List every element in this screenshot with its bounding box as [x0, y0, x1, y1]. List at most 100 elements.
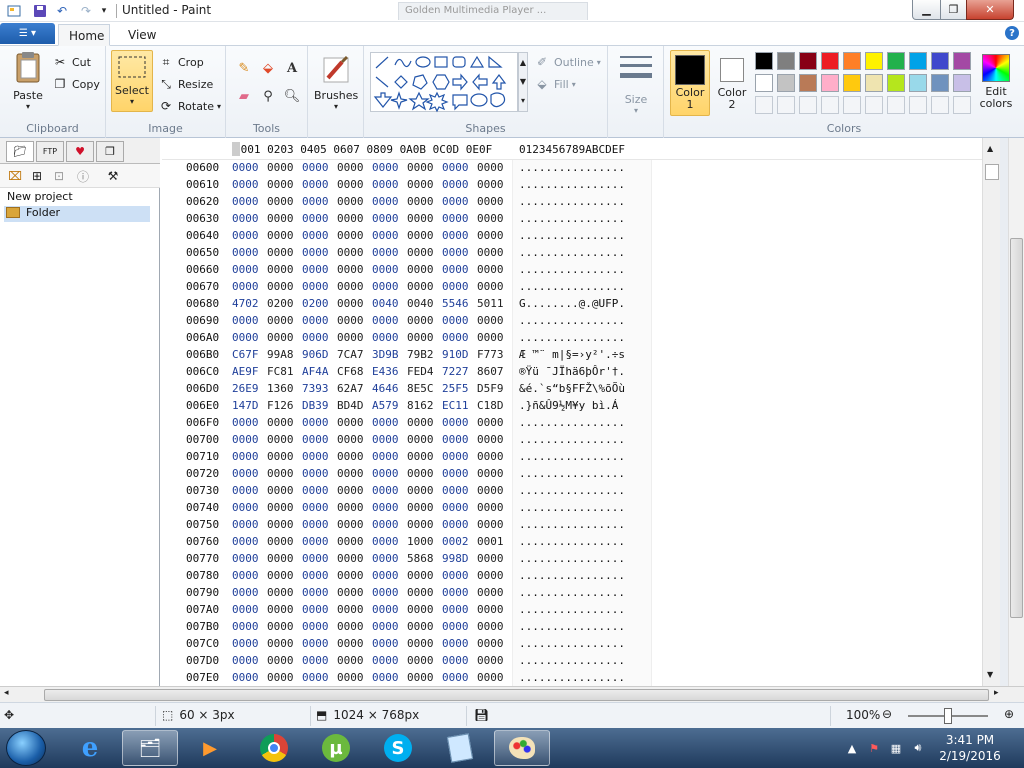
- hex-row-ascii[interactable]: ................: [519, 467, 625, 480]
- hex-word[interactable]: 0000: [337, 586, 364, 599]
- hex-word[interactable]: 0000: [302, 416, 329, 429]
- scroll-thumb[interactable]: [985, 164, 999, 180]
- hex-row-ascii[interactable]: Æ ™¨ m|§=›y²'.÷s: [519, 348, 625, 361]
- hex-word[interactable]: 0000: [232, 535, 259, 548]
- hex-word[interactable]: 0000: [267, 569, 294, 582]
- hex-word[interactable]: 0000: [372, 178, 399, 191]
- hex-row-ascii[interactable]: ................: [519, 229, 625, 242]
- internet-explorer-icon[interactable]: e: [62, 730, 118, 766]
- hex-word[interactable]: 0000: [372, 603, 399, 616]
- hex-word[interactable]: 0000: [232, 603, 259, 616]
- hex-word[interactable]: 0000: [337, 569, 364, 582]
- palette-swatch[interactable]: [931, 74, 949, 92]
- edit-colors-button[interactable]: Edit colors: [974, 50, 1018, 116]
- hex-word[interactable]: 0000: [372, 467, 399, 480]
- hex-row-ascii[interactable]: ................: [519, 654, 625, 667]
- custom-color-slot[interactable]: [821, 96, 839, 114]
- network-icon[interactable]: ▦: [888, 740, 904, 756]
- hex-row-ascii[interactable]: ................: [519, 314, 625, 327]
- custom-color-slot[interactable]: [931, 96, 949, 114]
- rotate-button[interactable]: ⟳ Rotate ▾: [158, 96, 221, 116]
- hex-word[interactable]: 0000: [407, 195, 434, 208]
- hex-word[interactable]: 0000: [407, 331, 434, 344]
- hex-word[interactable]: 0000: [442, 637, 469, 650]
- size-button[interactable]: Size ▾: [614, 52, 658, 115]
- hex-word[interactable]: 79B2: [407, 348, 434, 361]
- hex-word[interactable]: 0040: [407, 297, 434, 310]
- hex-word[interactable]: 0000: [337, 195, 364, 208]
- hex-word[interactable]: 0000: [372, 331, 399, 344]
- hex-row-ascii[interactable]: ................: [519, 501, 625, 514]
- palette-swatch[interactable]: [843, 74, 861, 92]
- hex-row-ascii[interactable]: ................: [519, 195, 625, 208]
- hex-word[interactable]: 0000: [232, 178, 259, 191]
- hex-word[interactable]: 0000: [232, 501, 259, 514]
- hex-row[interactable]: 007B0 0000 0000 0000 0000 0000 0000 0000 0000...…: [162, 619, 982, 636]
- hex-word[interactable]: 0000: [302, 314, 329, 327]
- hex-word[interactable]: 0000: [407, 178, 434, 191]
- hex-word[interactable]: 0000: [337, 433, 364, 446]
- hex-word[interactable]: 0000: [477, 229, 504, 242]
- hex-word[interactable]: 0000: [407, 484, 434, 497]
- eraser-icon[interactable]: ▰: [234, 86, 254, 106]
- hex-word[interactable]: 8E5C: [407, 382, 434, 395]
- hex-word[interactable]: 0000: [302, 637, 329, 650]
- hex-word[interactable]: 0000: [337, 501, 364, 514]
- hex-word[interactable]: 0000: [267, 178, 294, 191]
- hex-word[interactable]: 0000: [337, 246, 364, 259]
- hex-word[interactable]: EC11: [442, 399, 469, 412]
- tab-view[interactable]: View: [118, 24, 166, 46]
- hex-word[interactable]: 0000: [372, 569, 399, 582]
- hex-word[interactable]: 0000: [442, 331, 469, 344]
- media-player-icon[interactable]: ▶: [182, 730, 238, 766]
- hex-word[interactable]: 0000: [267, 467, 294, 480]
- shapes-scroll[interactable]: ▲ ▼ ▾: [518, 52, 528, 112]
- hex-word[interactable]: 0000: [267, 229, 294, 242]
- hex-word[interactable]: A579: [372, 399, 399, 412]
- undo-icon[interactable]: ↶: [54, 3, 70, 19]
- hex-word[interactable]: 8607: [477, 365, 504, 378]
- hex-row-ascii[interactable]: ................: [519, 535, 625, 548]
- select-button[interactable]: Select ▾: [111, 50, 153, 112]
- hex-word[interactable]: 0000: [442, 161, 469, 174]
- skype-icon[interactable]: S: [370, 730, 426, 766]
- hex-word[interactable]: 0000: [372, 535, 399, 548]
- color1-button[interactable]: Color 1: [670, 50, 710, 116]
- hex-row-ascii[interactable]: ................: [519, 212, 625, 225]
- palette-swatch[interactable]: [777, 74, 795, 92]
- close-project-icon[interactable]: ⌧: [6, 167, 24, 185]
- horizontal-scrollbar[interactable]: ◂ ▸: [0, 686, 1024, 702]
- hex-word[interactable]: 0000: [372, 246, 399, 259]
- palette-swatch[interactable]: [865, 74, 883, 92]
- hex-word[interactable]: 0000: [372, 433, 399, 446]
- hex-word[interactable]: 147D: [232, 399, 259, 412]
- hex-word[interactable]: 8162: [407, 399, 434, 412]
- hex-word[interactable]: 0000: [337, 331, 364, 344]
- hex-word[interactable]: 0000: [407, 246, 434, 259]
- hex-word[interactable]: 0000: [267, 586, 294, 599]
- hex-word[interactable]: 0000: [407, 637, 434, 650]
- start-button[interactable]: [6, 730, 46, 766]
- hex-word[interactable]: 0000: [442, 467, 469, 480]
- hex-word[interactable]: 0000: [302, 654, 329, 667]
- palette-swatch[interactable]: [887, 74, 905, 92]
- info-icon[interactable]: ⓘ: [74, 167, 92, 185]
- utorrent-icon[interactable]: µ: [308, 730, 364, 766]
- hex-word[interactable]: 0000: [372, 195, 399, 208]
- hex-editor-view[interactable]: 0001 0203 0405 0607 0809 0A0B 0C0D 0E0F …: [162, 138, 982, 686]
- hex-row[interactable]: 006A0 0000 0000 0000 0000 0000 0000 0000 0000...…: [162, 330, 982, 347]
- hex-word[interactable]: 7227: [442, 365, 469, 378]
- hex-word[interactable]: 0000: [442, 416, 469, 429]
- hex-row[interactable]: 00620 0000 0000 0000 0000 0000 0000 0000 0000...…: [162, 194, 982, 211]
- hex-word[interactable]: 0000: [232, 331, 259, 344]
- hex-word[interactable]: 0000: [442, 586, 469, 599]
- hex-word[interactable]: 0000: [302, 484, 329, 497]
- hex-word[interactable]: 0000: [372, 484, 399, 497]
- hex-word[interactable]: 0000: [407, 433, 434, 446]
- hex-word[interactable]: 0000: [337, 535, 364, 548]
- custom-color-slot[interactable]: [777, 96, 795, 114]
- hex-row-ascii[interactable]: ................: [519, 637, 625, 650]
- hex-word[interactable]: 0000: [302, 433, 329, 446]
- hex-word[interactable]: 0000: [337, 450, 364, 463]
- hex-word[interactable]: 0000: [302, 620, 329, 633]
